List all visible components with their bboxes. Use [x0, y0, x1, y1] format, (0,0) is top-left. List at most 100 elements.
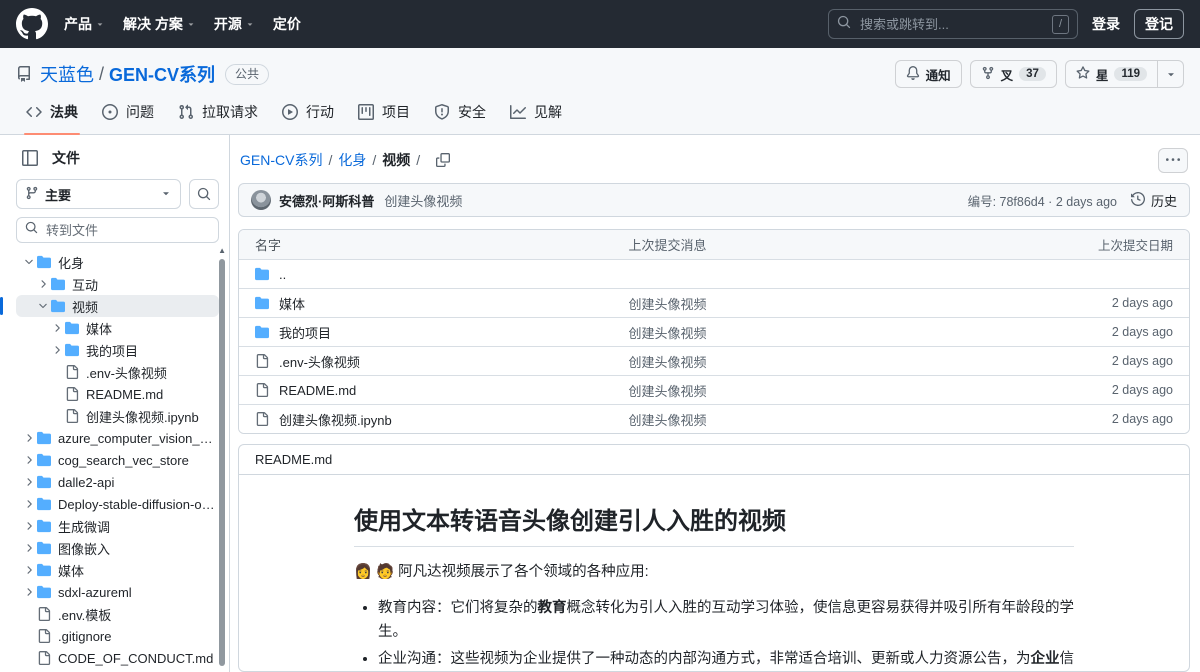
file-name-link[interactable]: 媒体	[279, 294, 305, 313]
table-row[interactable]: README.md创建头像视频2 days ago	[239, 375, 1189, 404]
tree-item-file[interactable]: README.md	[16, 383, 219, 405]
repo-owner-link[interactable]: 天蓝色	[40, 61, 94, 87]
cell-commit-message[interactable]: 创建头像视频	[629, 352, 1040, 371]
chevron-right-icon[interactable]	[48, 322, 65, 334]
file-name-link[interactable]: README.md	[279, 383, 356, 398]
breadcrumb-current[interactable]: 视频	[382, 150, 410, 170]
chevron-right-icon[interactable]	[48, 344, 65, 356]
tree-item-folder[interactable]: 图像嵌入	[16, 537, 219, 559]
tree-item-label: azure_computer_vision_workshop	[58, 431, 215, 446]
table-row[interactable]: 创建头像视频.ipynb创建头像视频2 days ago	[239, 404, 1189, 433]
table-row[interactable]: .env-头像视频创建头像视频2 days ago	[239, 346, 1189, 375]
sign-up-button[interactable]: 登记	[1134, 9, 1184, 39]
file-tree: 化身互动视频媒体我的项目.env-头像视频README.md创建头像视频.ipy…	[16, 251, 219, 672]
file-name-link[interactable]: ..	[279, 267, 286, 282]
tree-item-folder[interactable]: 视频	[16, 295, 219, 317]
chevron-right-icon[interactable]	[34, 278, 51, 290]
chevron-right-icon[interactable]	[20, 564, 37, 576]
commit-message[interactable]: 创建头像视频	[384, 191, 462, 210]
tab-project[interactable]: 项目	[348, 96, 420, 134]
chevron-down-icon[interactable]	[34, 300, 51, 312]
repo-icon	[16, 66, 32, 82]
tab-graph[interactable]: 见解	[500, 96, 572, 134]
fork-icon	[981, 66, 995, 80]
file-name-link[interactable]: 我的项目	[279, 323, 331, 342]
collapse-sidebar-icon[interactable]	[16, 145, 44, 171]
tree-item-folder[interactable]: Deploy-stable-diffusion-on-azure...	[16, 493, 219, 515]
panel-icon	[22, 150, 38, 166]
nav-item-3[interactable]: 定价	[273, 14, 301, 34]
tree-item-file[interactable]: .env.模板	[16, 603, 219, 625]
nav-item-0[interactable]: 产品	[64, 14, 105, 34]
table-row[interactable]: 我的项目创建头像视频2 days ago	[239, 317, 1189, 346]
star-dropdown-button[interactable]	[1158, 60, 1184, 88]
chevron-right-icon[interactable]	[20, 476, 37, 488]
avatar[interactable]	[251, 190, 271, 210]
cell-commit-message[interactable]: 创建头像视频	[629, 381, 1040, 400]
history-link[interactable]: 历史	[1131, 191, 1177, 210]
go-to-file[interactable]	[16, 217, 219, 243]
breadcrumb-link[interactable]: 化身	[338, 150, 366, 170]
tab-pull-request[interactable]: 拉取请求	[168, 96, 268, 134]
bell-icon	[906, 66, 920, 83]
readme-filename[interactable]: README.md	[255, 452, 332, 467]
cell-commit-message[interactable]: 创建头像视频	[629, 323, 1040, 342]
tree-item-folder[interactable]: 互动	[16, 273, 219, 295]
chevron-right-icon[interactable]	[20, 586, 37, 598]
tab-issue[interactable]: 问题	[92, 96, 164, 134]
readme-bullet: 企业沟通：这些视频为企业提供了一种动态的内部沟通方式，非常适合培训、更新或人力资…	[378, 648, 1074, 671]
tree-item-file[interactable]: .env-头像视频	[16, 361, 219, 383]
tree-item-folder[interactable]: cog_search_vec_store	[16, 449, 219, 471]
tree-item-folder[interactable]: 我的项目	[16, 339, 219, 361]
global-search-input[interactable]	[858, 16, 1045, 33]
github-logo-icon[interactable]	[16, 8, 48, 40]
search-this-repo-button[interactable]	[189, 179, 219, 209]
tree-item-file[interactable]: CODE_OF_CONDUCT.md	[16, 647, 219, 669]
global-search[interactable]: /	[828, 9, 1078, 39]
go-to-file-input[interactable]	[44, 222, 210, 239]
file-name-link[interactable]: .env-头像视频	[279, 352, 360, 371]
sign-in-link[interactable]: 登录	[1092, 14, 1120, 34]
chevron-right-icon[interactable]	[20, 432, 37, 444]
branch-selector[interactable]: 主要	[16, 179, 181, 209]
tree-item-folder[interactable]: 化身	[16, 251, 219, 273]
cell-commit-message[interactable]: 创建头像视频	[629, 410, 1040, 429]
scrollbar-up-arrow[interactable]: ▲	[218, 247, 226, 255]
breadcrumb-link[interactable]: GEN-CV系列	[240, 150, 322, 170]
chevron-right-icon[interactable]	[20, 454, 37, 466]
table-row[interactable]: ..	[239, 259, 1189, 288]
sidebar-scrollbar[interactable]	[219, 259, 225, 666]
tab-play[interactable]: 行动	[272, 96, 344, 134]
copy-path-icon[interactable]	[436, 153, 450, 167]
file-listing-table: 名字上次提交消息上次提交日期..媒体创建头像视频2 days ago我的项目创建…	[238, 229, 1190, 434]
tree-item-folder[interactable]: azure_computer_vision_workshop	[16, 427, 219, 449]
star-button[interactable]: 星 119	[1065, 60, 1158, 88]
chevron-right-icon[interactable]	[20, 542, 37, 554]
fork-button[interactable]: 叉 37	[970, 60, 1057, 88]
chevron-down-icon[interactable]	[20, 256, 37, 268]
history-clock-icon	[1131, 192, 1145, 209]
chevron-right-icon[interactable]	[20, 520, 37, 532]
cell-commit-message[interactable]: 创建头像视频	[629, 294, 1040, 313]
readme-body: 使用文本转语音头像创建引人入胜的视频 👩 🧑 阿凡达视频展示了各个领域的各种应用…	[239, 475, 1189, 671]
repo-name-link[interactable]: GEN-CV系列	[109, 61, 215, 87]
tree-item-folder[interactable]: 生成微调	[16, 515, 219, 537]
tree-item-folder[interactable]: 媒体	[16, 559, 219, 581]
file-name-link[interactable]: 创建头像视频.ipynb	[279, 410, 392, 429]
tab-code[interactable]: 法典	[16, 96, 88, 134]
nav-item-2[interactable]: 开源	[214, 14, 255, 34]
tree-item-folder[interactable]: sdxl-azureml	[16, 581, 219, 603]
tree-item-file[interactable]: 创建头像视频.ipynb	[16, 405, 219, 427]
nav-item-1[interactable]: 解决 方案	[123, 14, 196, 34]
notifications-button[interactable]: 通知	[895, 60, 962, 88]
table-row[interactable]: 媒体创建头像视频2 days ago	[239, 288, 1189, 317]
more-options-button[interactable]	[1158, 148, 1188, 173]
chevron-right-icon[interactable]	[20, 498, 37, 510]
tab-shield[interactable]: 安全	[424, 96, 496, 134]
tree-item-folder[interactable]: dalle2-api	[16, 471, 219, 493]
commit-author[interactable]: 安德烈·阿斯科普	[279, 191, 374, 210]
breadcrumb-separator: /	[416, 152, 420, 168]
commit-id-and-date[interactable]: 编号: 78f86d4 · 2 days ago	[968, 191, 1117, 210]
tree-item-folder[interactable]: 媒体	[16, 317, 219, 339]
tree-item-file[interactable]: .gitignore	[16, 625, 219, 647]
